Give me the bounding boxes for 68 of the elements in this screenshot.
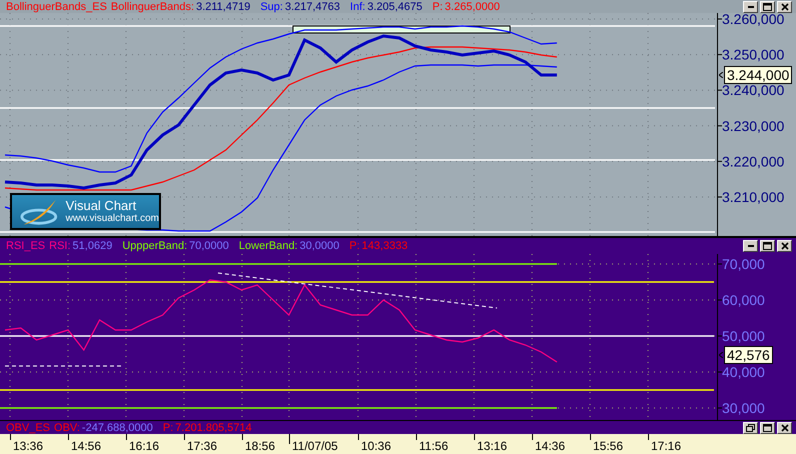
- legend-label: P:: [162, 422, 174, 434]
- legend-label: Inf:: [350, 0, 366, 12]
- close-button[interactable]: [777, 240, 792, 252]
- time-label: 10:36: [361, 439, 392, 453]
- legend-label: P:: [349, 240, 360, 252]
- logo-text: Visual Chart: [66, 198, 138, 214]
- axis-label: 3.250,000: [722, 46, 784, 63]
- legend-value: 3.265,0000: [444, 0, 500, 12]
- time-label: 18:56: [245, 439, 276, 453]
- maximize-icon: [763, 242, 772, 250]
- legend-label: BollinguerBands:: [110, 0, 194, 12]
- legend-value: 3.205,4675: [367, 0, 422, 12]
- current-value-tag: 3.244,000: [724, 66, 792, 84]
- time-label: 17:16: [651, 439, 682, 453]
- logo-url: www.visualchart.com: [66, 213, 159, 224]
- axis-label: 60,000: [722, 292, 765, 308]
- indicator-name: OBV_ES: [6, 422, 50, 434]
- minimize-button[interactable]: [743, 0, 758, 12]
- close-icon: [780, 242, 788, 250]
- time-label: 13:16: [477, 439, 508, 453]
- date-label: 11/07/05: [292, 439, 338, 453]
- close-button[interactable]: [777, 0, 792, 12]
- time-label: 13:36: [13, 439, 44, 453]
- maximize-icon: [763, 2, 772, 10]
- close-button[interactable]: [777, 422, 792, 434]
- indicator-name: BollinguerBands_ES: [6, 0, 107, 12]
- maximize-button[interactable]: [760, 240, 775, 252]
- legend-label: RSI:: [49, 240, 71, 252]
- time-label: 14:36: [535, 439, 566, 453]
- legend-label: OBV:: [54, 422, 80, 434]
- maximize-button[interactable]: [760, 0, 775, 12]
- restore-button[interactable]: [743, 422, 758, 434]
- legend-value: 3.211,4719: [196, 0, 250, 12]
- time-label: 11:56: [419, 439, 448, 453]
- maximize-button[interactable]: [760, 422, 775, 434]
- close-icon: [780, 424, 788, 432]
- legend-label: Sup:: [260, 0, 283, 12]
- time-label: 17:36: [187, 439, 218, 453]
- axis-label: 3.260,000: [722, 13, 784, 27]
- axis-label: 3.210,000: [722, 189, 784, 205]
- axis-label: 3.240,000: [722, 82, 784, 98]
- minimize-icon: [748, 6, 754, 8]
- axis-label: 30,000: [722, 400, 765, 416]
- legend-value: 30,0000: [300, 240, 340, 252]
- legend-value: 3.217,4763: [284, 0, 340, 12]
- restore-icon: [746, 424, 755, 432]
- maximize-icon: [763, 424, 772, 432]
- minimize-icon: [748, 245, 754, 247]
- legend-label: LowerBand:: [238, 240, 298, 252]
- close-icon: [780, 2, 788, 10]
- axis-label: 3.230,000: [722, 118, 784, 134]
- legend-value: 70,0000: [189, 240, 229, 252]
- axis-label: 40,000: [722, 364, 765, 380]
- legend-value: -247.688,0000: [82, 422, 153, 434]
- time-label: 16:16: [129, 439, 160, 453]
- axis-label: 70,000: [722, 256, 765, 272]
- legend-value: 143,3333: [362, 240, 408, 252]
- axis-label: 3.220,000: [722, 153, 784, 170]
- legend-value: 7.201.805,5714: [175, 422, 252, 434]
- axis-label: 50,000: [722, 328, 765, 344]
- time-label: 15:56: [593, 439, 624, 453]
- time-label: 14:56: [71, 439, 102, 453]
- current-value-tag: 42,576: [724, 346, 773, 364]
- legend-value: 51,0629: [72, 240, 112, 252]
- minimize-button[interactable]: [743, 240, 758, 252]
- legend-label: UppperBand:: [122, 240, 188, 252]
- indicator-name: RSI_ES: [6, 240, 46, 252]
- legend-label: P:: [432, 0, 443, 12]
